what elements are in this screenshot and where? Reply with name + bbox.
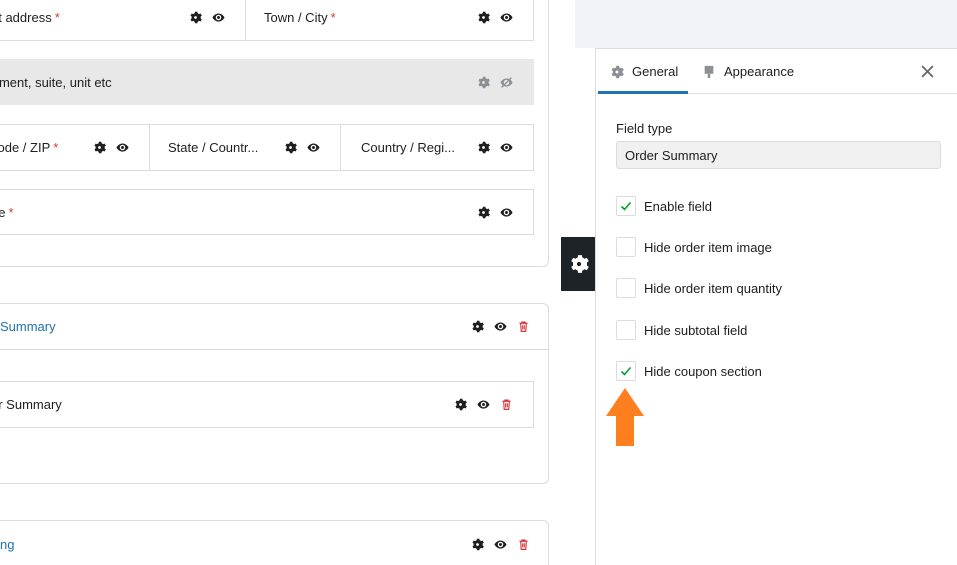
tab-appearance[interactable]: Appearance	[702, 49, 794, 94]
close-icon	[921, 65, 934, 78]
field-actions	[477, 11, 513, 24]
postcode-text: code / ZIP	[0, 140, 51, 155]
group-actions	[471, 538, 530, 551]
eye-icon[interactable]	[500, 141, 513, 154]
phone-label: ne*	[0, 205, 14, 220]
background-area	[575, 0, 957, 48]
eye-icon[interactable]	[307, 141, 320, 154]
street-address-label: et address*	[0, 10, 60, 25]
field-actions	[284, 141, 320, 154]
phone-field[interactable]: ne*	[0, 189, 534, 235]
gear-icon[interactable]	[477, 141, 490, 154]
eye-icon[interactable]	[500, 11, 513, 24]
field-actions	[477, 76, 513, 89]
field-type-label: Field type	[616, 121, 673, 136]
hide-item-image-option[interactable]: Hide order item image	[616, 237, 772, 257]
gear-icon[interactable]	[284, 141, 297, 154]
gear-icon[interactable]	[93, 141, 106, 154]
country-region-label: Country / Regi...	[361, 140, 455, 155]
check-icon	[620, 366, 632, 376]
gear-icon[interactable]	[471, 320, 484, 333]
country-region-field[interactable]: Country / Regi...	[340, 124, 534, 171]
state-county-label: State / Countr...	[168, 140, 259, 155]
hide-item-quantity-label: Hide order item quantity	[644, 280, 783, 296]
hide-item-image-checkbox[interactable]	[616, 237, 636, 257]
field-actions	[477, 206, 513, 219]
order-summary-field[interactable]: er Summary	[0, 381, 534, 428]
required-marker: *	[53, 140, 59, 155]
enable-field-option[interactable]: Enable field	[616, 196, 712, 216]
hide-subtotal-label: Hide subtotal field	[644, 322, 748, 338]
hide-item-image-label: Hide order item image	[644, 239, 772, 255]
required-marker: *	[330, 10, 336, 25]
eye-icon[interactable]	[494, 320, 507, 333]
eye-icon[interactable]	[494, 538, 507, 551]
trash-icon[interactable]	[517, 320, 530, 333]
gear-icon[interactable]	[189, 11, 202, 24]
hide-coupon-checkbox[interactable]	[616, 361, 636, 381]
hide-coupon-option[interactable]: Hide coupon section	[616, 361, 762, 381]
check-icon	[620, 201, 632, 211]
gear-icon[interactable]	[477, 206, 490, 219]
arrow-up-icon	[606, 388, 644, 446]
gear-icon[interactable]	[477, 11, 490, 24]
eye-icon[interactable]	[116, 141, 129, 154]
trash-icon[interactable]	[517, 538, 530, 551]
hide-coupon-label: Hide coupon section	[644, 363, 762, 379]
enable-field-checkbox[interactable]	[616, 196, 636, 216]
enable-field-label: Enable field	[644, 198, 712, 214]
eye-slash-icon[interactable]	[500, 76, 513, 89]
hide-subtotal-checkbox[interactable]	[616, 320, 636, 340]
group-actions	[471, 320, 530, 333]
trash-icon[interactable]	[500, 398, 513, 411]
tab-general-label: General	[632, 64, 679, 79]
gear-icon[interactable]	[471, 538, 484, 551]
bottom-group-title: ng	[0, 536, 15, 552]
gear-icon	[569, 254, 589, 274]
postcode-zip-field[interactable]: code / ZIP*	[0, 124, 150, 171]
field-settings-panel: General Appearance Field type Order Summ…	[595, 48, 957, 565]
settings-tabs: General Appearance	[596, 49, 957, 94]
street-address-text: et address	[0, 10, 52, 25]
town-city-field[interactable]: Town / City *	[245, 0, 534, 41]
hide-subtotal-option[interactable]: Hide subtotal field	[616, 320, 747, 340]
apartment-field[interactable]: rtment, suite, unit etc	[0, 59, 534, 105]
eye-icon[interactable]	[212, 11, 225, 24]
required-marker: *	[8, 204, 14, 220]
tab-appearance-label: Appearance	[724, 64, 795, 79]
field-actions	[454, 398, 513, 411]
field-actions	[477, 141, 513, 154]
gear-icon	[610, 65, 624, 79]
tab-general[interactable]: General	[610, 49, 678, 94]
gear-icon[interactable]	[454, 398, 467, 411]
eye-icon[interactable]	[500, 206, 513, 219]
hide-item-quantity-checkbox[interactable]	[616, 278, 636, 298]
settings-toggle-button[interactable]	[561, 237, 597, 291]
close-panel-button[interactable]	[919, 63, 935, 79]
field-type-input: Order Summary	[616, 141, 941, 169]
form-builder-canvas: et address* Town / City* rtment, suite, …	[0, 0, 575, 565]
street-address-field[interactable]: et address*	[0, 0, 246, 41]
phone-text: ne	[0, 204, 6, 220]
apartment-placeholder: rtment, suite, unit etc	[0, 74, 112, 90]
town-city-text: Town / City	[264, 10, 328, 25]
field-actions	[189, 11, 225, 24]
gear-icon[interactable]	[477, 76, 490, 89]
order-summary-group-header[interactable]: Summary	[0, 304, 548, 350]
bottom-group-header[interactable]: ng	[0, 521, 548, 565]
active-tab-indicator	[598, 91, 688, 94]
hide-item-quantity-option[interactable]: Hide order item quantity	[616, 278, 782, 298]
brush-icon	[702, 65, 716, 79]
town-city-label: Town / City *	[264, 10, 336, 25]
eye-icon[interactable]	[477, 398, 490, 411]
order-summary-label: er Summary	[0, 397, 62, 412]
state-county-field[interactable]: State / Countr...	[149, 124, 341, 171]
order-summary-group-title: Summary	[0, 319, 56, 334]
field-actions	[93, 141, 129, 154]
postcode-label: code / ZIP*	[0, 140, 58, 155]
required-marker: *	[54, 10, 60, 25]
